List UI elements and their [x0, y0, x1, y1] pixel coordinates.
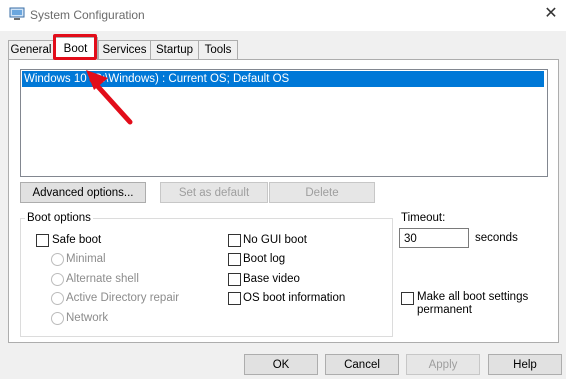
annotation-arrow-icon — [86, 70, 133, 125]
safe-boot-label: Safe boot — [52, 234, 102, 246]
no-gui-boot-label: No GUI boot — [243, 234, 307, 246]
advanced-options-button[interactable]: Advanced options... — [20, 182, 146, 203]
active-directory-repair-label: Active Directory repair — [66, 292, 180, 304]
safe-boot-checkbox[interactable] — [36, 234, 49, 247]
tab-startup[interactable]: Startup — [150, 40, 199, 60]
help-button[interactable]: Help — [488, 354, 562, 375]
boot-log-checkbox[interactable] — [228, 253, 241, 266]
app-icon — [9, 7, 25, 21]
boot-options-legend: Boot options — [25, 212, 93, 224]
set-as-default-button[interactable]: Set as default — [160, 182, 268, 203]
make-permanent-label-line2: permanent — [417, 304, 472, 316]
base-video-label: Base video — [243, 273, 300, 285]
close-icon: ✕ — [544, 5, 558, 22]
window-title: System Configuration — [30, 8, 145, 22]
delete-button[interactable]: Delete — [269, 182, 375, 203]
make-permanent-label-line1: Make all boot settings — [417, 291, 529, 303]
os-boot-information-label: OS boot information — [243, 292, 346, 304]
network-radio[interactable] — [51, 312, 64, 325]
minimal-label: Minimal — [66, 253, 106, 265]
network-label: Network — [66, 312, 109, 324]
alternate-shell-radio[interactable] — [51, 273, 64, 286]
minimal-radio[interactable] — [51, 253, 64, 266]
no-gui-boot-checkbox[interactable] — [228, 234, 241, 247]
timeout-label: Timeout: — [401, 212, 446, 224]
timeout-input[interactable]: 30 — [399, 228, 469, 248]
tab-general[interactable]: General — [8, 40, 54, 60]
os-boot-information-checkbox[interactable] — [228, 292, 241, 305]
make-permanent-checkbox[interactable] — [401, 292, 414, 305]
cancel-button[interactable]: Cancel — [325, 354, 399, 375]
seconds-label: seconds — [475, 232, 518, 244]
make-permanent-label: Make all boot settings permanent — [417, 291, 528, 317]
ok-button[interactable]: OK — [244, 354, 318, 375]
apply-button[interactable]: Apply — [406, 354, 480, 375]
active-directory-repair-radio[interactable] — [51, 292, 64, 305]
close-button[interactable]: ✕ — [538, 2, 564, 26]
tab-tools[interactable]: Tools — [198, 40, 238, 60]
alternate-shell-label: Alternate shell — [66, 273, 139, 285]
boot-log-label: Boot log — [243, 253, 286, 265]
base-video-checkbox[interactable] — [228, 273, 241, 286]
